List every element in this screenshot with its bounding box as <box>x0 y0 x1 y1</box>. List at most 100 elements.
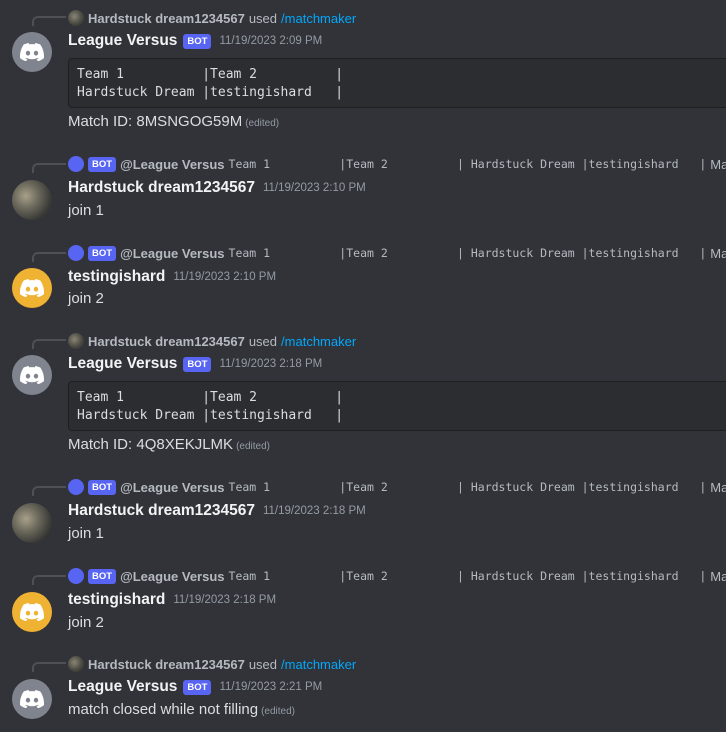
message-content: join 2 <box>68 614 104 631</box>
bot-reply-preview[interactable]: BOT @League Versus Team 1 |Team 2 | Hard… <box>68 478 726 496</box>
reply-trail: Match ID <box>710 479 726 495</box>
reply-avatar <box>68 156 84 172</box>
timestamp[interactable]: 11/19/2023 2:10 PM <box>263 182 366 194</box>
message-content: Match ID: 8MSNGOG59M <box>68 113 243 130</box>
author-name[interactable]: testingishard <box>68 268 165 286</box>
reply-connector <box>32 252 66 262</box>
edited-marker: (edited) <box>236 441 270 452</box>
message-text: match closed while not filling (edited) <box>68 701 295 718</box>
author-name[interactable]: League Versus <box>68 678 177 696</box>
reply-code-excerpt: Team 1 |Team 2 | Hardstuck Dream |testin… <box>228 246 707 260</box>
timestamp[interactable]: 11/19/2023 2:10 PM <box>173 271 276 283</box>
reply-mention[interactable]: @League Versus <box>120 246 224 261</box>
reply-connector <box>32 339 66 349</box>
code-line: Team 1 |Team 2 | <box>77 390 344 405</box>
avatar[interactable] <box>12 355 52 395</box>
avatar[interactable] <box>12 268 52 308</box>
reply-connector <box>32 163 66 173</box>
reply-used-text: used <box>248 10 278 26</box>
reply-used-text: used <box>248 333 278 349</box>
message-header: League Versus BOT 11/19/2023 2:21 PM <box>68 676 322 698</box>
command-reply-preview[interactable]: Hardstuck dream1234567 used /matchmaker <box>68 655 356 673</box>
reply-code-excerpt: Team 1 |Team 2 | Hardstuck Dream |testin… <box>228 569 707 583</box>
code-block: Team 1 |Team 2 | Hardstuck Dream |testing… <box>68 58 726 108</box>
bot-tag: BOT <box>88 156 117 172</box>
reply-used-text: used <box>248 656 278 672</box>
discord-logo-icon <box>20 603 44 621</box>
author-name[interactable]: Hardstuck dream1234567 <box>68 502 255 520</box>
message-content: join 1 <box>68 202 104 219</box>
slash-command-link[interactable]: /matchmaker <box>281 657 356 672</box>
code-line: Team 1 |Team 2 | <box>77 67 344 82</box>
author-name[interactable]: Hardstuck dream1234567 <box>68 179 255 197</box>
message-header: testingishard 11/19/2023 2:10 PM <box>68 266 276 288</box>
reply-mention[interactable]: @League Versus <box>120 480 224 495</box>
bot-tag: BOT <box>183 356 212 372</box>
reply-avatar <box>68 656 84 672</box>
message-content: match closed while not filling <box>68 701 259 718</box>
bot-tag: BOT <box>88 568 117 584</box>
reply-author[interactable]: Hardstuck dream1234567 <box>88 334 245 349</box>
reply-avatar <box>68 333 84 349</box>
discord-logo-icon <box>20 279 44 297</box>
bot-tag: BOT <box>183 679 212 695</box>
author-name[interactable]: League Versus <box>68 355 177 373</box>
reply-avatar <box>68 479 84 495</box>
reply-connector <box>32 486 66 496</box>
bot-reply-preview[interactable]: BOT @League Versus Team 1 |Team 2 | Hard… <box>68 567 726 585</box>
reply-author[interactable]: Hardstuck dream1234567 <box>88 657 245 672</box>
reply-connector <box>32 662 66 672</box>
avatar[interactable] <box>12 592 52 632</box>
slash-command-link[interactable]: /matchmaker <box>281 334 356 349</box>
message-header: testingishard 11/19/2023 2:18 PM <box>68 589 276 611</box>
timestamp[interactable]: 11/19/2023 2:09 PM <box>219 35 322 47</box>
bot-tag: BOT <box>88 479 117 495</box>
code-line: Hardstuck Dream |testingishard | <box>77 85 344 100</box>
edited-marker: (edited) <box>245 118 280 129</box>
reply-trail: Match ID <box>710 568 726 584</box>
message-content: join 2 <box>68 290 104 307</box>
author-name[interactable]: League Versus <box>68 32 177 50</box>
bot-reply-preview[interactable]: BOT @League Versus Team 1 |Team 2 | Hard… <box>68 244 726 262</box>
reply-mention[interactable]: @League Versus <box>120 157 224 172</box>
code-line: Hardstuck Dream |testingishard | <box>77 408 344 423</box>
bot-tag: BOT <box>183 33 212 49</box>
avatar[interactable] <box>12 503 52 543</box>
discord-logo-icon <box>20 690 44 708</box>
command-reply-preview[interactable]: Hardstuck dream1234567 used /matchmaker <box>68 9 356 27</box>
message-content: join 1 <box>68 525 104 542</box>
reply-connector <box>32 575 66 585</box>
avatar[interactable] <box>12 32 52 72</box>
reply-avatar <box>68 245 84 261</box>
avatar[interactable] <box>12 679 52 719</box>
discord-logo-icon <box>20 366 44 384</box>
bot-tag: BOT <box>88 245 117 261</box>
avatar[interactable] <box>12 180 52 220</box>
reply-trail: Match ID <box>710 245 726 261</box>
reply-code-excerpt: Team 1 |Team 2 | Hardstuck Dream |testin… <box>228 157 707 171</box>
message-header: League Versus BOT 11/19/2023 2:09 PM <box>68 30 322 52</box>
reply-author[interactable]: Hardstuck dream1234567 <box>88 11 245 26</box>
edited-marker: (edited) <box>261 706 295 717</box>
timestamp[interactable]: 11/19/2023 2:18 PM <box>173 594 276 606</box>
message-text: Match ID: 8MSNGOG59M (edited) <box>68 113 279 130</box>
message-text: Match ID: 4Q8XEKJLMK (edited) <box>68 436 270 453</box>
reply-avatar <box>68 10 84 26</box>
reply-code-excerpt: Team 1 |Team 2 | Hardstuck Dream |testin… <box>228 480 707 494</box>
message-header: League Versus BOT 11/19/2023 2:18 PM <box>68 353 322 375</box>
reply-avatar <box>68 568 84 584</box>
message-header: Hardstuck dream1234567 11/19/2023 2:18 P… <box>68 500 366 522</box>
timestamp[interactable]: 11/19/2023 2:21 PM <box>219 681 322 693</box>
message-header: Hardstuck dream1234567 11/19/2023 2:10 P… <box>68 177 366 199</box>
author-name[interactable]: testingishard <box>68 591 165 609</box>
timestamp[interactable]: 11/19/2023 2:18 PM <box>219 358 322 370</box>
command-reply-preview[interactable]: Hardstuck dream1234567 used /matchmaker <box>68 332 356 350</box>
reply-connector <box>32 16 66 26</box>
timestamp[interactable]: 11/19/2023 2:18 PM <box>263 505 366 517</box>
slash-command-link[interactable]: /matchmaker <box>281 11 356 26</box>
discord-logo-icon <box>20 43 44 61</box>
reply-trail: Match ID <box>710 156 726 172</box>
bot-reply-preview[interactable]: BOT @League Versus Team 1 |Team 2 | Hard… <box>68 155 726 173</box>
code-block: Team 1 |Team 2 | Hardstuck Dream |testing… <box>68 381 726 431</box>
reply-mention[interactable]: @League Versus <box>120 569 224 584</box>
